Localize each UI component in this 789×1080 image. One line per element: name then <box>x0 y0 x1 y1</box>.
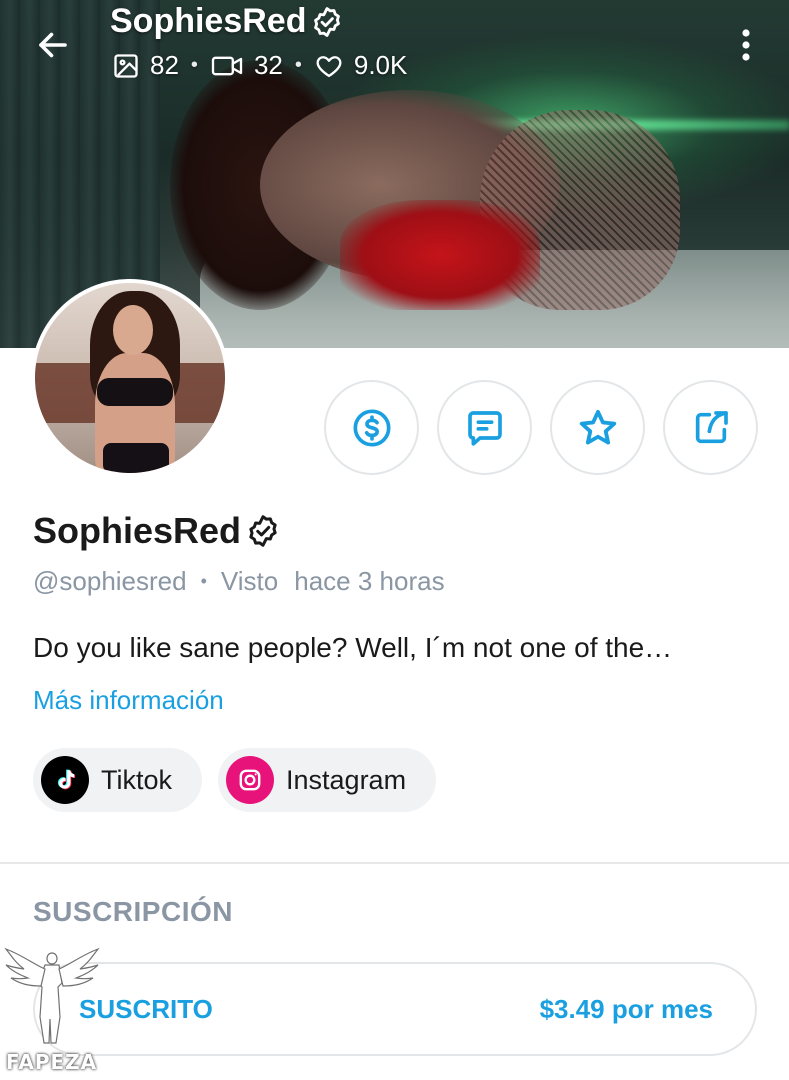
dollar-icon <box>353 409 390 446</box>
profile-name-text: SophiesRed <box>33 510 242 551</box>
last-seen-time: hace 3 horas <box>294 566 445 596</box>
separator-dot: • <box>200 571 207 591</box>
header-title-text: SophiesRed <box>110 2 307 40</box>
profile-actions <box>324 380 758 475</box>
tiktok-icon <box>41 756 89 804</box>
tip-button[interactable] <box>324 380 419 475</box>
image-icon <box>114 53 138 78</box>
stat-photos-count: 82 <box>150 50 179 80</box>
watermark-text: FAPEZA <box>6 1050 98 1074</box>
top-bar: SophiesRed 82 • 32 • 9.0K <box>0 0 789 90</box>
username: @sophiesred <box>33 566 187 596</box>
more-vertical-icon <box>742 29 750 61</box>
separator-dot: • <box>190 54 198 76</box>
avatar-figure-top <box>97 378 173 406</box>
profile-name: SophiesRed <box>33 510 281 552</box>
header-stats: 82 • 32 • 9.0K <box>112 50 407 81</box>
social-link-instagram[interactable]: Instagram <box>218 748 437 812</box>
star-icon <box>579 409 616 444</box>
stat-videos-count: 32 <box>253 50 283 80</box>
watermark: FAPEZA <box>0 945 115 1080</box>
stat-likes: 9.0K <box>314 50 408 81</box>
social-link-label: Instagram <box>286 764 407 795</box>
stat-photos: 82 <box>112 50 179 81</box>
avatar-figure-face <box>113 305 153 355</box>
share-button[interactable] <box>663 380 758 475</box>
verified-badge-icon <box>249 515 277 547</box>
cover-figure-outfit <box>340 200 540 310</box>
section-divider <box>0 862 789 864</box>
social-links: Tiktok Instagram <box>33 748 437 812</box>
subscribed-button[interactable]: SUSCRITO $3.49 por mes <box>33 962 757 1056</box>
social-link-label: Tiktok <box>101 764 173 795</box>
arrow-left-icon <box>39 32 67 58</box>
instagram-icon <box>226 756 275 804</box>
last-seen-label: Visto <box>220 566 279 596</box>
header-title: SophiesRed <box>110 2 344 41</box>
avatar-figure-bottom <box>103 443 169 473</box>
social-link-tiktok[interactable]: Tiktok <box>33 748 203 812</box>
video-icon <box>211 56 243 75</box>
heart-icon <box>316 55 342 77</box>
profile-bio: Do you like sane people? Well, I´m not o… <box>33 632 673 663</box>
share-icon <box>695 410 728 443</box>
more-options-button[interactable] <box>726 22 766 68</box>
back-button[interactable] <box>30 22 76 68</box>
profile-meta: @sophiesred • Visto hace 3 horas <box>33 566 445 597</box>
winged-figure-logo <box>4 947 100 1044</box>
message-button[interactable] <box>437 380 532 475</box>
more-info-link[interactable]: Más información <box>33 685 224 716</box>
avatar[interactable] <box>31 279 229 477</box>
subscription-section-title: SUSCRIPCIÓN <box>33 896 233 927</box>
verified-badge-icon <box>314 6 341 37</box>
stat-likes-count: 9.0K <box>353 50 408 80</box>
stat-videos: 32 <box>210 50 283 81</box>
separator-dot: • <box>294 54 302 76</box>
avatar-image <box>35 283 225 473</box>
favorite-button[interactable] <box>550 380 645 475</box>
message-icon <box>467 410 502 446</box>
subscription-price: $3.49 por mes <box>539 993 713 1024</box>
